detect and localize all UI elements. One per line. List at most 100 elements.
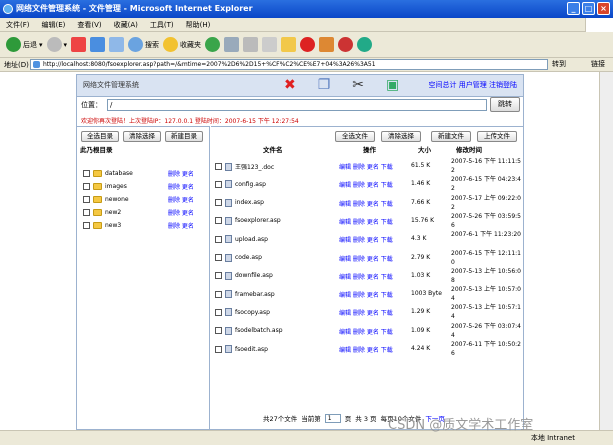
paste-icon[interactable]: ▣ [386,77,399,93]
file-name[interactable]: config.asp [235,181,266,188]
delete-icon[interactable]: ✖ [284,77,296,93]
page-select[interactable]: 1 [324,413,341,423]
vertical-scrollbar[interactable] [599,72,613,430]
checkbox[interactable] [215,180,222,188]
checkbox[interactable] [83,169,90,177]
file-ops[interactable]: 编辑 删除 更名 下载 [339,290,393,299]
cut-icon[interactable]: ✂ [352,77,364,93]
mail-icon[interactable] [224,37,240,52]
folder-row: images 删除 更名 [83,180,194,192]
root-label: 此乃根目录 [80,146,113,154]
checkbox[interactable] [83,208,90,216]
bookmark-icon[interactable] [319,37,335,52]
menu-tools[interactable]: 工具(T) [150,20,174,30]
jump-button[interactable]: 跳转 [490,97,520,112]
file-name[interactable]: fsoexplorer.asp [235,217,281,224]
close-button[interactable]: × [597,2,610,15]
file-icon [225,326,232,335]
file-ops[interactable]: 编辑 删除 更名 下载 [339,272,393,281]
file-name[interactable]: fsodelbatch.asp [235,327,283,334]
checkbox[interactable] [215,217,222,225]
file-ops[interactable]: 编辑 删除 更名 下载 [339,345,393,354]
file-ops[interactable]: 编辑 删除 更名 下载 [339,199,393,208]
copy-icon[interactable]: ❐ [318,77,331,93]
file-ops[interactable]: 编辑 删除 更名 下载 [339,217,393,226]
menu-view[interactable]: 查看(V) [77,20,101,30]
page-label: 当前第 [301,415,321,423]
file-time: 2007-6-1 下午 11:23:20 [451,231,521,239]
home-icon[interactable] [109,37,125,52]
print-icon[interactable] [243,37,259,52]
menu-favorites[interactable]: 收藏(A) [114,20,138,30]
file-size: 1.29 K [411,308,431,316]
select-all-folders-button[interactable]: 全选目录 [81,131,119,142]
file-row: framebar.asp 编辑 删除 更名 下载 1003 Byte 2007-5-1… [211,285,523,303]
menu-file[interactable]: 文件(F) [6,20,30,30]
checkbox[interactable] [83,221,90,229]
file-name[interactable]: fsoedit.asp [235,346,268,353]
checkbox[interactable] [215,272,222,280]
file-name[interactable]: upload.asp [235,236,268,243]
menu-edit[interactable]: 编辑(E) [42,20,66,30]
file-name[interactable]: downfile.asp [235,272,273,279]
file-name[interactable]: index.asp [235,199,264,206]
location-input[interactable]: / [107,99,487,111]
login-info: 欢迎你再次登陆！上次登陆IP：127.0.0.1 登陆时间：2007-6-15 … [81,118,299,125]
checkbox[interactable] [215,345,222,353]
file-row: code.asp 编辑 删除 更名 下载 2.79 K 2007-6-15 下午 12… [211,249,523,267]
media-icon[interactable] [205,37,221,52]
file-name[interactable]: framebar.asp [235,291,275,298]
file-ops[interactable]: 编辑 删除 更名 下载 [339,254,393,263]
checkbox[interactable] [215,327,222,335]
plugin-icon[interactable] [300,37,316,52]
checkbox[interactable] [215,163,222,170]
file-icon [225,198,232,207]
stop-icon[interactable] [71,37,87,52]
folder-row: new3 删除 更名 [83,219,194,231]
go-button[interactable]: 转到 [552,59,566,69]
folder-icon [93,182,102,190]
file-ops[interactable]: 编辑 删除 更名 下载 [339,308,393,317]
window-title-bar: 网络文件管理系统 - 文件管理 - Microsoft Internet Exp… [0,0,613,18]
clear-folder-selection-button[interactable]: 清除选择 [123,131,161,142]
file-row: index.asp 编辑 删除 更名 下载 7.66 K 2007-5-17 上午 0… [211,194,523,212]
refresh-icon[interactable] [90,37,106,52]
file-name[interactable]: 王强123_.doc [235,162,274,171]
new-file-button[interactable]: 新建文件 [431,131,471,142]
checkbox[interactable] [83,182,90,190]
file-ops[interactable]: 编辑 删除 更名 下载 [339,162,393,171]
checkbox[interactable] [215,308,222,316]
back-button[interactable]: 后退 ▾ [6,37,43,52]
tool-icon[interactable] [357,37,373,52]
folder-icon[interactable] [281,37,297,52]
address-input[interactable]: http://localhost:8080/fsoexplorer.asp?pa… [30,59,548,70]
window-title: 网络文件管理系统 - 文件管理 - Microsoft Internet Exp… [16,4,253,13]
file-ops[interactable]: 编辑 删除 更名 下载 [339,327,393,336]
menu-help[interactable]: 帮助(H) [186,20,211,30]
favorites-button[interactable]: 收藏夹 [163,37,201,52]
file-ops[interactable]: 编辑 删除 更名 下载 [339,180,393,189]
checkbox[interactable] [215,199,222,207]
edit-icon[interactable] [262,37,278,52]
select-all-files-button[interactable]: 全选文件 [335,131,375,142]
file-manager-app: 网络文件管理系统 ✖ ❐ ✂ ▣ 空间总计 用户管理 注销登陆 位置： / 跳转… [76,74,524,430]
location-label: 位置： [81,101,102,109]
checkbox[interactable] [83,195,90,203]
search-button[interactable]: 搜索 [128,37,159,52]
file-name[interactable]: code.asp [235,254,262,261]
upload-file-button[interactable]: 上传文件 [477,131,517,142]
maximize-button[interactable]: □ [582,2,595,15]
links-button[interactable]: 链接 [591,59,605,69]
checkbox[interactable] [215,290,222,298]
file-ops[interactable]: 编辑 删除 更名 下载 [339,235,393,244]
shortcut-icon[interactable] [338,37,354,52]
new-folder-button[interactable]: 新建目录 [165,131,203,142]
file-name[interactable]: fsocopy.asp [235,309,270,316]
minimize-button[interactable]: _ [567,2,580,15]
header-links[interactable]: 空间总计 用户管理 注销登陆 [429,80,517,90]
forward-button[interactable]: ▾ [46,37,67,52]
clear-file-selection-button[interactable]: 清除选择 [381,131,421,142]
file-size: 1003 Byte [411,290,442,298]
checkbox[interactable] [215,254,222,261]
checkbox[interactable] [215,235,222,243]
